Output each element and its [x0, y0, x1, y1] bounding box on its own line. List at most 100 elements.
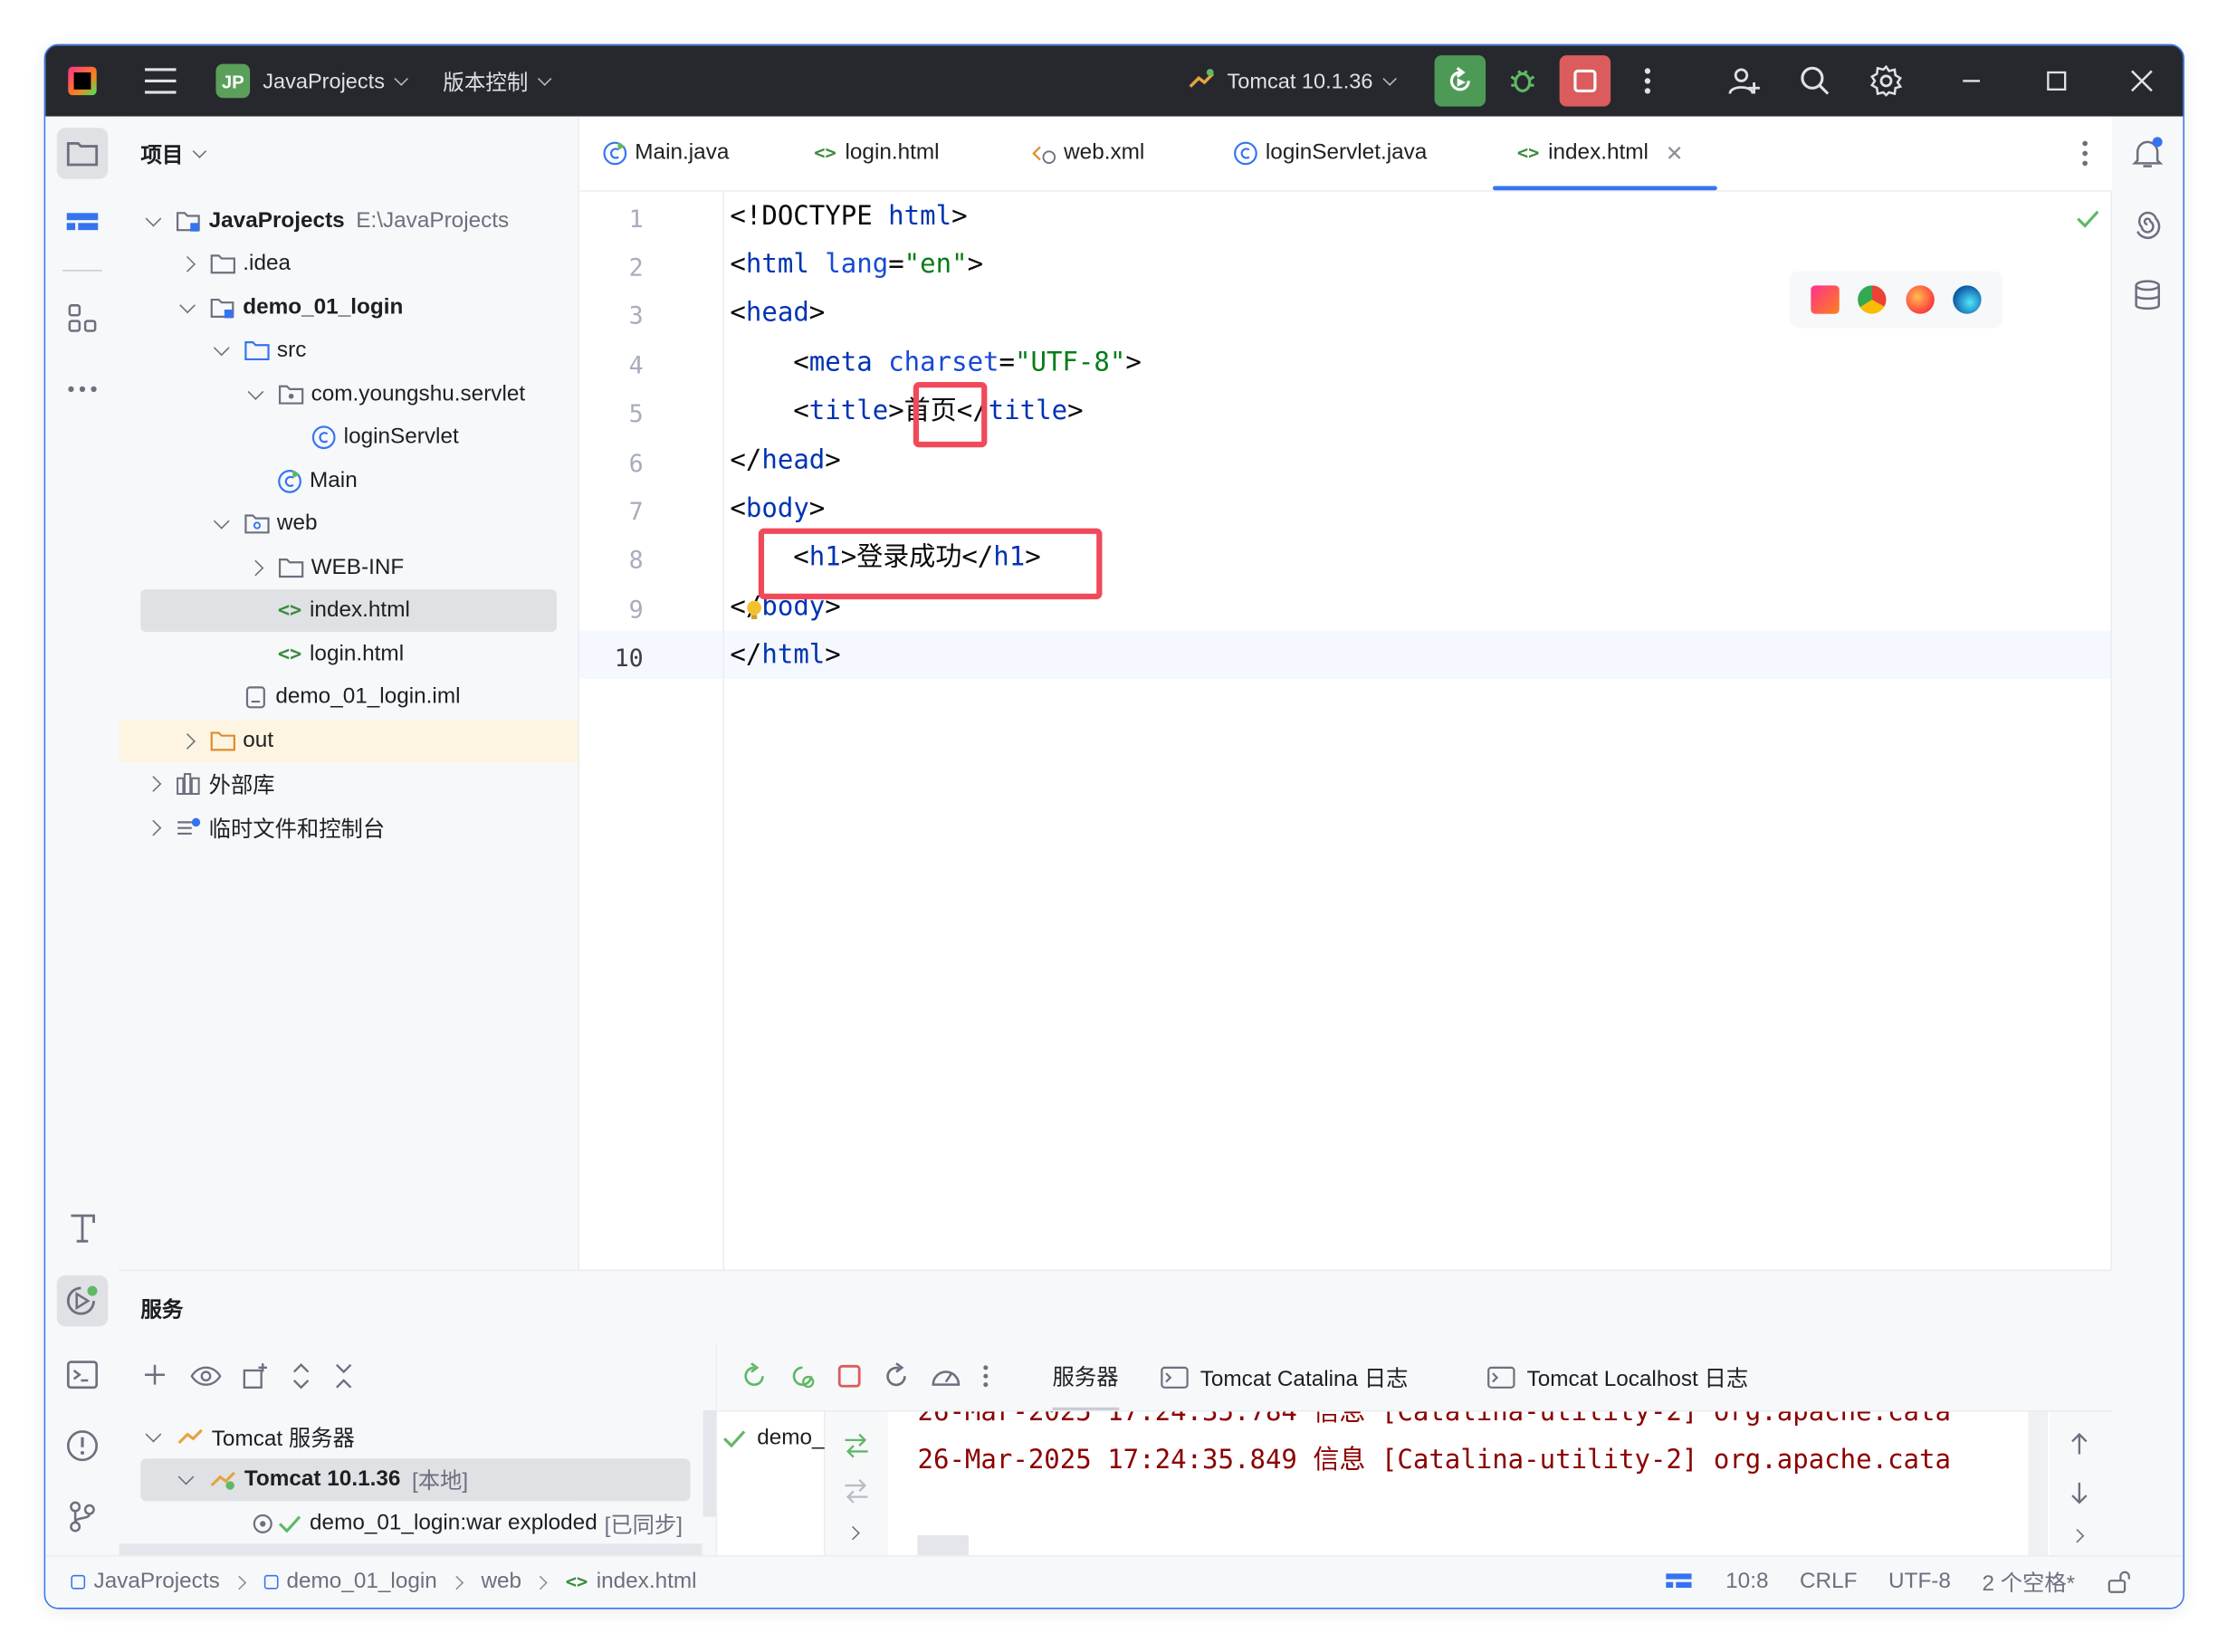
left-tool-strip	[45, 116, 121, 1557]
edge-icon[interactable]	[1953, 285, 1983, 314]
tree-item-idea[interactable]: .idea	[119, 243, 578, 285]
project-selector[interactable]: JP JavaProjects	[177, 63, 408, 99]
notifications-button[interactable]	[2122, 128, 2173, 178]
tab-login-html[interactable]: <> login.html	[812, 117, 939, 191]
line-separator[interactable]: CRLF	[1800, 1570, 1858, 1595]
project-tool-button[interactable]	[56, 128, 109, 179]
html-file-icon: <>	[1516, 142, 1540, 165]
deploy-arrows-icon[interactable]	[842, 1431, 870, 1459]
tab-loginservlet-java[interactable]: loginServlet.java	[1233, 117, 1427, 191]
undeploy-arrows-icon[interactable]	[842, 1477, 870, 1505]
breadcrumb-item[interactable]: demo_01_login	[287, 1570, 437, 1595]
run-config-selector[interactable]: Tomcat 10.1.36	[1188, 67, 1397, 95]
minimize-button[interactable]	[1945, 55, 1996, 106]
code-text: <html lang="en">	[730, 250, 984, 281]
pull-requests-icon[interactable]	[1663, 1571, 1695, 1593]
tree-item-index-html[interactable]: <> index.html	[140, 589, 558, 633]
add-icon[interactable]	[142, 1362, 170, 1390]
ai-assistant-button[interactable]	[2122, 199, 2173, 250]
debug-button[interactable]	[1497, 55, 1548, 106]
breadcrumb-item[interactable]: web	[481, 1570, 521, 1595]
file-encoding[interactable]: UTF-8	[1888, 1570, 1951, 1595]
stop-button[interactable]	[1559, 55, 1611, 107]
more-vertical-icon[interactable]	[981, 1363, 989, 1389]
chrome-icon[interactable]	[1858, 285, 1887, 314]
collapse-all-icon[interactable]	[332, 1362, 355, 1390]
services-tool-button[interactable]	[56, 1275, 109, 1327]
search-button[interactable]	[1790, 55, 1840, 106]
breadcrumb-item[interactable]: index.html	[597, 1570, 697, 1595]
git-tool-button[interactable]	[57, 1491, 108, 1542]
vcs-menu[interactable]: 版本控制	[443, 66, 552, 96]
line-number: 4	[628, 352, 644, 381]
project-panel-header[interactable]: 项目	[140, 139, 207, 169]
build-tool-button[interactable]	[57, 1201, 108, 1252]
tree-hscrollbar[interactable]	[119, 1543, 703, 1555]
lightbulb-icon[interactable]	[746, 599, 763, 622]
tree-item-loginservlet[interactable]: loginServlet	[119, 416, 578, 459]
tree-item-src[interactable]: src	[119, 329, 578, 372]
intellij-browser-icon[interactable]	[1810, 285, 1840, 314]
tree-item-main[interactable]: Main	[119, 460, 578, 502]
code-text: <title>首页</title>	[730, 396, 1084, 426]
tree-item-out[interactable]: out	[119, 720, 578, 763]
structure-tool-button[interactable]	[57, 199, 108, 250]
eye-icon[interactable]	[190, 1365, 222, 1388]
tree-item-web-inf[interactable]: WEB-INF	[119, 547, 578, 589]
tree-scrollbar[interactable]	[703, 1409, 716, 1517]
rerun-button[interactable]	[1434, 55, 1486, 107]
expand-all-icon[interactable]	[290, 1362, 312, 1390]
close-window-button[interactable]	[2117, 55, 2167, 106]
line-number: 3	[628, 302, 644, 331]
new-group-icon[interactable]	[242, 1362, 270, 1390]
database-button[interactable]	[2122, 270, 2173, 320]
more-actions-button[interactable]	[1622, 55, 1673, 106]
tab-main-java[interactable]: Main.java	[602, 117, 729, 191]
close-tab-icon[interactable]: ✕	[1666, 140, 1684, 167]
debug-rerun-icon[interactable]	[789, 1362, 817, 1390]
service-tomcat-server[interactable]: Tomcat 服务器	[119, 1416, 716, 1458]
service-tomcat-instance[interactable]: Tomcat 10.1.36 [本地]	[140, 1458, 691, 1502]
service-artifact[interactable]: demo_01_login:war exploded [已同步]	[119, 1503, 716, 1545]
tree-item-javaprojects[interactable]: JavaProjects E:\JavaProjects	[119, 200, 578, 243]
arrow-up-icon[interactable]	[2069, 1431, 2089, 1456]
chevron-right-icon[interactable]	[846, 1525, 860, 1541]
add-user-button[interactable]	[1718, 55, 1769, 106]
tree-item-demo-01-login[interactable]: demo_01_login	[119, 287, 578, 329]
tree-item-package[interactable]: com.youngshu.servlet	[119, 374, 578, 416]
settings-button[interactable]	[1860, 55, 1911, 106]
problems-tool-button[interactable]	[57, 1420, 108, 1471]
stop-icon[interactable]	[836, 1363, 862, 1389]
tab-web-xml[interactable]: web.xml	[1031, 117, 1144, 191]
caret-position[interactable]: 10:8	[1725, 1570, 1768, 1595]
gauge-icon[interactable]	[931, 1362, 962, 1390]
tab-index-html[interactable]: <> index.html ✕	[1492, 117, 1718, 191]
tree-item-external-libraries[interactable]: 外部库	[119, 762, 578, 805]
log-hscrollbar[interactable]	[917, 1534, 969, 1555]
tree-item-iml[interactable]: demo_01_login.iml	[119, 676, 578, 719]
log-console[interactable]: 26-Mar-2025 17:24:35.784 信息 [Catalina-ut…	[889, 1411, 2049, 1555]
tab-localhost-log[interactable]: Tomcat Localhost 日志	[1487, 1345, 1748, 1410]
indent-setting[interactable]: 2 个空格*	[1982, 1566, 2075, 1598]
firefox-icon[interactable]	[1906, 285, 1935, 314]
maximize-button[interactable]	[2031, 55, 2082, 106]
arrow-down-icon[interactable]	[2069, 1480, 2089, 1505]
tab-servers[interactable]: 服务器	[1052, 1345, 1119, 1410]
breadcrumb-item[interactable]: JavaProjects	[94, 1570, 220, 1595]
unlock-icon[interactable]	[2107, 1570, 2132, 1595]
refresh-icon[interactable]	[882, 1362, 910, 1390]
log-scrollbar[interactable]	[2028, 1411, 2049, 1555]
chevron-right-icon[interactable]	[2069, 1528, 2085, 1543]
code-editor[interactable]: <!DOCTYPE html> <html lang="en"> <head> …	[724, 191, 2111, 1270]
tab-catalina-log[interactable]: Tomcat Catalina 日志	[1161, 1345, 1408, 1410]
tabs-more-button[interactable]	[2080, 139, 2088, 167]
tree-item-web[interactable]: web	[119, 502, 578, 545]
rerun-icon[interactable]	[740, 1362, 768, 1390]
tree-item-scratches[interactable]: 临时文件和控制台	[119, 807, 578, 849]
more-tools-button[interactable]	[57, 364, 108, 415]
tree-item-login-html[interactable]: <> login.html	[119, 634, 578, 676]
plugins-tool-button[interactable]	[57, 292, 108, 343]
main-menu-icon[interactable]	[145, 68, 177, 94]
terminal-tool-button[interactable]	[57, 1349, 108, 1399]
deployment-item[interactable]: demo_	[723, 1426, 825, 1451]
